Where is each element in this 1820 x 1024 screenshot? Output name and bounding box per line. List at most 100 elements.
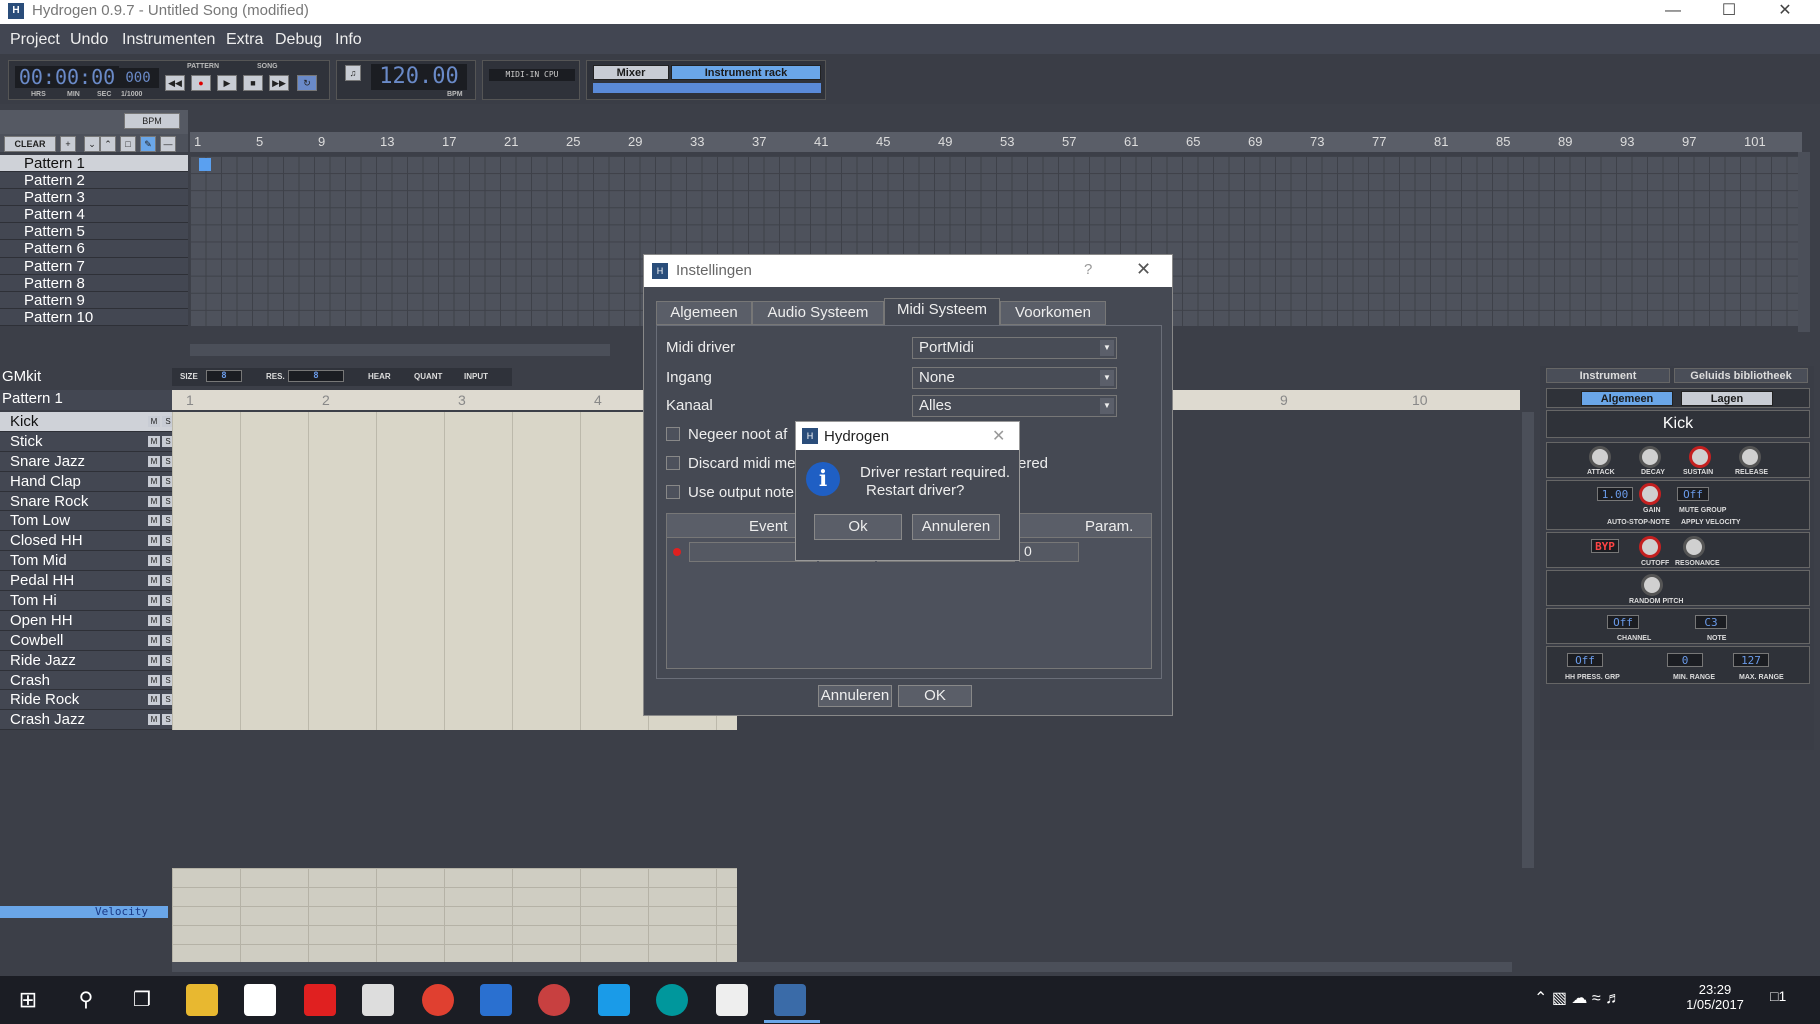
mixer-button[interactable]: Mixer bbox=[593, 65, 669, 80]
release-knob[interactable] bbox=[1739, 446, 1761, 468]
menu-project[interactable]: Project bbox=[10, 31, 60, 49]
search-icon[interactable]: ⚲ bbox=[70, 984, 102, 1016]
settings-ok-button[interactable]: OK bbox=[898, 685, 972, 707]
pattern-item[interactable]: Pattern 1 bbox=[0, 155, 188, 173]
mute-button[interactable]: M bbox=[148, 555, 160, 567]
instrument-rack-button[interactable]: Instrument rack bbox=[671, 65, 821, 80]
apply-velocity-checkbox[interactable]: APPLY VELOCITY bbox=[1681, 519, 1741, 526]
pattern-item[interactable]: Pattern 7 bbox=[0, 257, 188, 275]
sustain-knob[interactable] bbox=[1689, 446, 1711, 468]
messagebox-ok-button[interactable]: Ok bbox=[814, 514, 902, 540]
mute-button[interactable]: M bbox=[148, 575, 160, 587]
mute-button[interactable]: M bbox=[148, 515, 160, 527]
settings-cancel-button[interactable]: Annuleren bbox=[818, 685, 892, 707]
menu-instrumenten[interactable]: Instrumenten bbox=[122, 31, 215, 49]
app-icon[interactable] bbox=[538, 984, 570, 1016]
instrument-row[interactable]: Ride Jazz M S bbox=[0, 650, 174, 671]
stop-button[interactable]: ■ bbox=[243, 75, 263, 91]
song-cell-active[interactable] bbox=[199, 158, 211, 171]
tab-instrument[interactable]: Instrument bbox=[1546, 368, 1670, 383]
chrome-icon[interactable] bbox=[422, 984, 454, 1016]
resolution-display[interactable]: 8 bbox=[288, 370, 344, 382]
mute-button[interactable]: M bbox=[148, 535, 160, 547]
instrument-row[interactable]: Stick M S bbox=[0, 431, 174, 452]
messagebox-cancel-button[interactable]: Annuleren bbox=[912, 514, 1000, 540]
photos-icon[interactable] bbox=[716, 984, 748, 1016]
discard-midi-messages-checkbox[interactable] bbox=[666, 456, 680, 470]
instrument-row[interactable]: Hand Clap M S bbox=[0, 471, 174, 492]
auto-stop-note-checkbox[interactable]: AUTO-STOP-NOTE bbox=[1607, 519, 1670, 526]
ignore-note-off-checkbox[interactable] bbox=[666, 427, 680, 441]
close-window-button[interactable]: ✕ bbox=[1762, 0, 1808, 24]
move-down-button[interactable]: ⌄ bbox=[84, 136, 100, 152]
bpm-display[interactable]: 120.00 bbox=[371, 64, 467, 90]
pattern-item[interactable]: Pattern 3 bbox=[0, 189, 188, 207]
pattern-item[interactable]: Pattern 2 bbox=[0, 172, 188, 190]
note-display[interactable]: C3 bbox=[1695, 615, 1727, 629]
mute-group-display[interactable]: Off bbox=[1677, 487, 1709, 501]
tab-sound-library[interactable]: Geluids bibliotheek bbox=[1674, 368, 1808, 383]
instrument-row[interactable]: Tom Hi M S bbox=[0, 591, 174, 611]
fast-forward-button[interactable]: ▶▶ bbox=[269, 75, 289, 91]
instrument-row[interactable]: Snare Rock M S bbox=[0, 491, 174, 512]
pattern-item[interactable]: Pattern 8 bbox=[0, 274, 188, 292]
tab-layers[interactable]: Lagen bbox=[1681, 391, 1773, 406]
param-spinbox[interactable]: 0 bbox=[1019, 542, 1079, 562]
tab-midi-systeem[interactable]: Midi Systeem bbox=[884, 298, 1000, 326]
mute-button[interactable]: M bbox=[148, 694, 160, 706]
store-icon[interactable] bbox=[244, 984, 276, 1016]
random-pitch-knob[interactable] bbox=[1641, 574, 1663, 596]
instrument-row[interactable]: Crash Jazz M S bbox=[0, 710, 174, 731]
velocity-grid[interactable] bbox=[172, 868, 737, 962]
mute-button[interactable]: M bbox=[148, 416, 160, 427]
quantize-toggle[interactable]: QUANT bbox=[414, 372, 442, 381]
midi-channel-select[interactable]: Alles ▼ bbox=[912, 395, 1117, 417]
input-toggle[interactable]: INPUT bbox=[464, 372, 488, 381]
bypass-button[interactable]: BYP bbox=[1591, 539, 1619, 553]
gain-display[interactable]: 1.00 bbox=[1597, 487, 1633, 501]
close-dialog-icon[interactable]: ✕ bbox=[1136, 259, 1151, 280]
hear-toggle[interactable]: HEAR bbox=[368, 372, 391, 381]
pattern-vscrollbar[interactable] bbox=[1522, 412, 1534, 868]
mute-button[interactable]: M bbox=[148, 475, 160, 487]
instrument-row[interactable]: Tom Low M S bbox=[0, 511, 174, 532]
mute-button[interactable]: M bbox=[148, 714, 160, 726]
channel-display[interactable]: Off bbox=[1607, 615, 1639, 629]
instrument-row[interactable]: Cowbell M S bbox=[0, 630, 174, 651]
mute-button[interactable]: M bbox=[148, 634, 160, 646]
rewind-button[interactable]: ◀◀ bbox=[165, 75, 185, 91]
hh-press-group-display[interactable]: Off bbox=[1567, 653, 1603, 667]
mute-button[interactable]: M bbox=[148, 654, 160, 666]
tab-algemeen[interactable]: Algemeen bbox=[656, 301, 752, 325]
use-output-note-checkbox[interactable] bbox=[666, 485, 680, 499]
pattern-item[interactable]: Pattern 9 bbox=[0, 291, 188, 309]
bpm-button[interactable]: BPM bbox=[124, 113, 180, 129]
song-vscrollbar[interactable] bbox=[1798, 152, 1810, 332]
cutoff-knob[interactable] bbox=[1639, 536, 1661, 558]
menu-debug[interactable]: Debug bbox=[275, 31, 322, 49]
hydrogen-taskbar-icon[interactable] bbox=[774, 984, 806, 1016]
document-icon[interactable] bbox=[480, 984, 512, 1016]
mute-button[interactable]: M bbox=[148, 674, 160, 686]
record-button[interactable]: ● bbox=[191, 75, 211, 91]
delete-tool-button[interactable]: — bbox=[160, 136, 176, 152]
pdf-reader-icon[interactable] bbox=[304, 984, 336, 1016]
menu-extra[interactable]: Extra bbox=[226, 31, 263, 49]
song-hscrollbar[interactable] bbox=[190, 344, 610, 356]
close-messagebox-icon[interactable]: ✕ bbox=[992, 426, 1005, 446]
minimize-button[interactable]: — bbox=[1650, 0, 1696, 24]
midi-input-select[interactable]: None ▼ bbox=[912, 367, 1117, 389]
mute-button[interactable]: M bbox=[148, 595, 160, 607]
calculator-icon[interactable] bbox=[362, 984, 394, 1016]
help-button[interactable]: ? bbox=[1084, 261, 1092, 278]
tab-voorkomen[interactable]: Voorkomen bbox=[1000, 301, 1106, 325]
arduino-icon[interactable] bbox=[656, 984, 688, 1016]
mute-button[interactable]: M bbox=[148, 495, 160, 507]
resonance-knob[interactable] bbox=[1683, 536, 1705, 558]
metronome-icon[interactable]: ♫ bbox=[345, 65, 361, 81]
tray-icons[interactable]: ⌃ ▧ ☁ ≈ ♬ bbox=[1534, 988, 1621, 1008]
file-explorer-icon[interactable] bbox=[186, 984, 218, 1016]
mute-button[interactable]: M bbox=[148, 435, 160, 447]
add-pattern-button[interactable]: + bbox=[60, 136, 76, 152]
decay-knob[interactable] bbox=[1639, 446, 1661, 468]
